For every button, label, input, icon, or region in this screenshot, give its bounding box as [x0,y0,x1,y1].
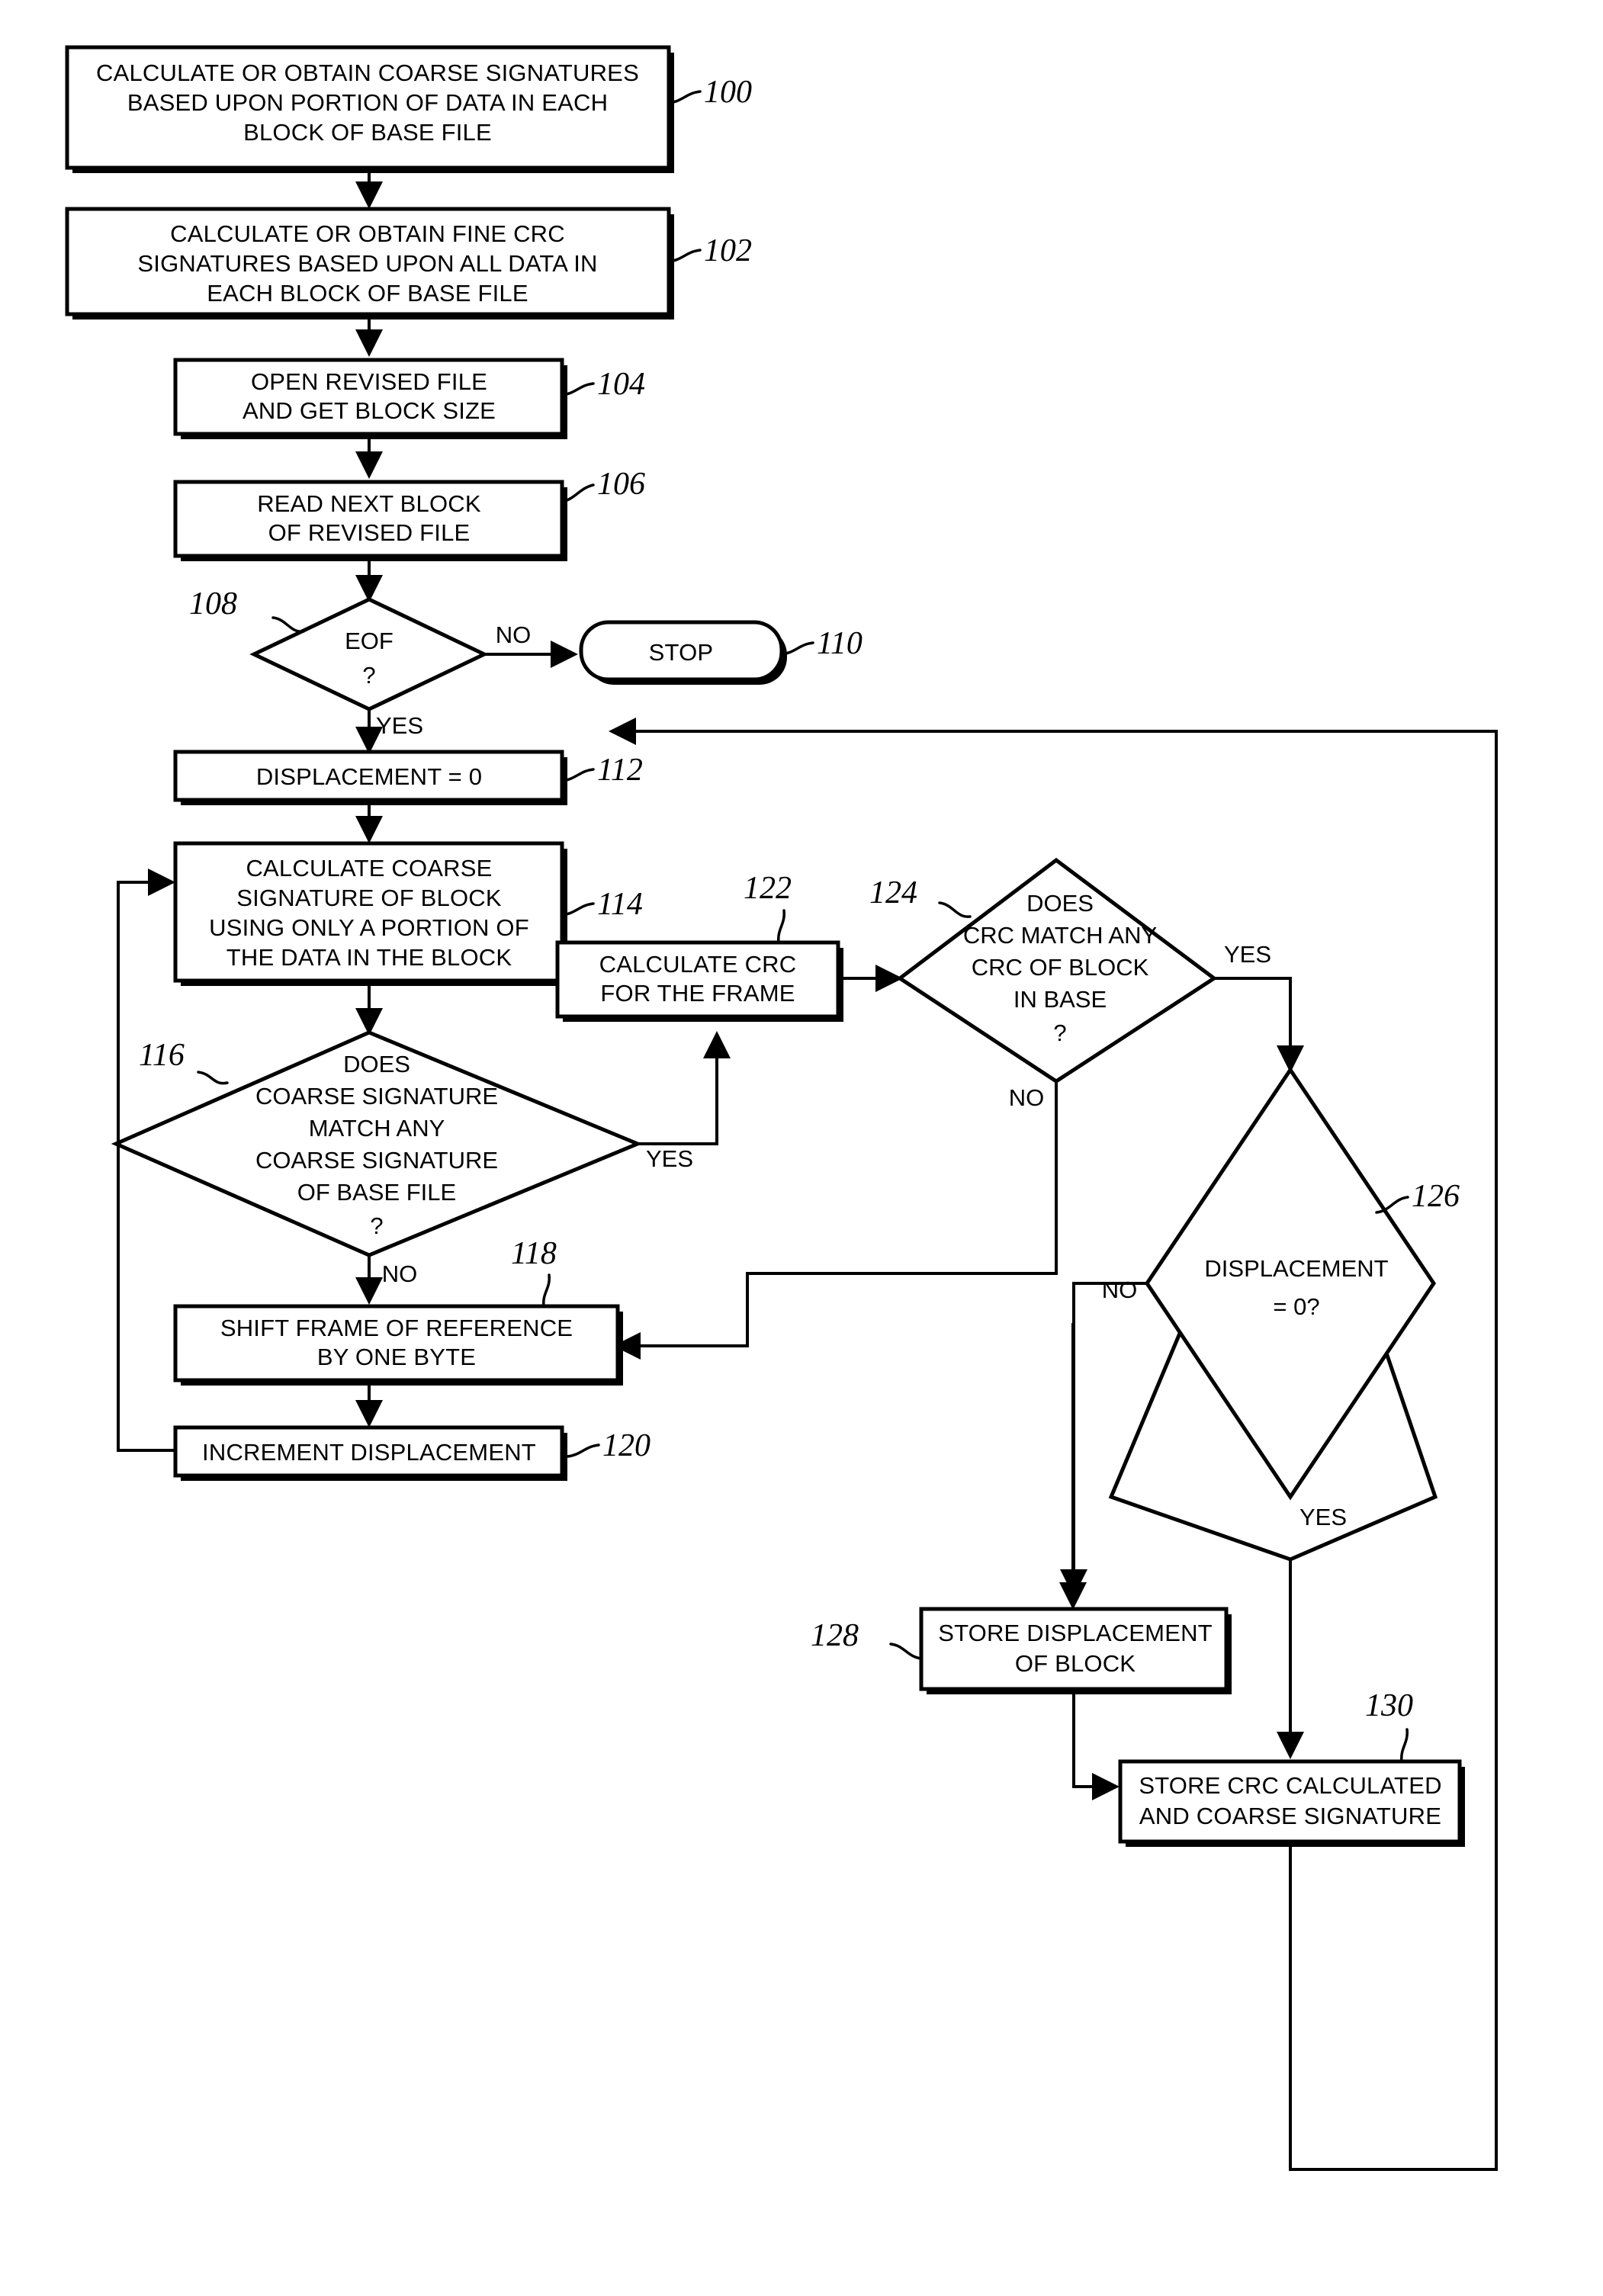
leader-118 [542,1273,551,1308]
node-128[interactable]: STORE DISPLACEMENT OF BLOCK [919,1607,1232,1694]
node-116-line-1: DOES [343,1051,410,1077]
node-102[interactable]: CALCULATE OR OBTAIN FINE CRC SIGNATURES … [65,207,674,320]
node-114-line-3: USING ONLY A PORTION OF [209,914,529,941]
leader-128 [889,1643,923,1660]
ref-label-130: 130 [1365,1688,1413,1723]
node-108-line-1: EOF [345,628,394,654]
ref-label-114: 114 [597,887,643,922]
leader-124 [938,901,972,918]
node-100-line-1: CALCULATE OR OBTAIN COARSE SIGNATURES [96,59,639,86]
node-102-line-1: CALCULATE OR OBTAIN FINE CRC [170,220,565,247]
edge-label-126-no: NO [1102,1276,1138,1303]
node-128-line-2: OF BLOCK [1015,1650,1136,1677]
node-126-line-1: DISPLACEMENT [1204,1255,1388,1282]
ref-label-106: 106 [597,467,645,502]
ref-label-102: 102 [704,233,752,268]
node-126-line-2: = 0? [1273,1293,1319,1320]
node-112[interactable]: DISPLACEMENT = 0 [173,750,567,805]
edge-label-116-no: NO [382,1260,418,1287]
edge-label-116-yes: YES [646,1145,693,1172]
node-100-line-3: BLOCK OF BASE FILE [243,119,492,146]
ref-label-108: 108 [189,586,237,621]
flowchart-canvas: CALCULATE OR OBTAIN COARSE SIGNATURES BA… [0,0,1603,2296]
edge-128-to-130 [1072,1694,1120,1800]
node-100[interactable]: CALCULATE OR OBTAIN COARSE SIGNATURES BA… [65,45,674,173]
node-114-line-4: THE DATA IN THE BLOCK [226,944,512,971]
node-114-line-2: SIGNATURE OF BLOCK [236,885,502,911]
node-116-line-5: OF BASE FILE [297,1179,456,1206]
node-108[interactable]: EOF ? [249,597,489,711]
node-114[interactable]: CALCULATE COARSE SIGNATURE OF BLOCK USIN… [173,841,567,986]
node-116-line-6: ? [370,1212,383,1239]
edge-124-yes-to-126 [1214,977,1304,1073]
ref-label-124: 124 [869,875,917,910]
node-124-line-4: IN BASE [1014,986,1107,1013]
node-110-label: STOP [649,639,714,666]
ref-label-120: 120 [602,1428,651,1463]
node-106-line-1: READ NEXT BLOCK [257,490,481,517]
leader-122 [777,909,785,944]
node-122[interactable]: CALCULATE CRC FOR THE FRAME [555,940,843,1022]
node-120-label: INCREMENT DISPLACEMENT [202,1439,536,1466]
node-122-line-1: CALCULATE CRC [599,951,797,978]
leader-116 [197,1071,229,1085]
node-112-label: DISPLACEMENT = 0 [256,763,482,790]
node-124-line-3: CRC OF BLOCK [972,954,1149,981]
node-116[interactable]: DOES COARSE SIGNATURE MATCH ANY COARSE S… [111,1030,643,1257]
leader-110 [780,641,814,656]
node-102-line-3: EACH BLOCK OF BASE FILE [207,280,528,307]
node-116-line-2: COARSE SIGNATURE [255,1083,498,1109]
edge-label-108-no: NO [496,621,532,648]
edge-116-yes-to-122 [638,1031,731,1145]
node-118-line-2: BY ONE BYTE [317,1344,476,1370]
ref-label-116: 116 [139,1038,185,1073]
node-124-line-5: ? [1053,1020,1066,1046]
ref-label-118: 118 [511,1236,557,1271]
flowchart-svg: CALCULATE OR OBTAIN COARSE SIGNATURES BA… [65,45,1498,2171]
leader-108 [271,616,305,633]
node-102-line-2: SIGNATURES BASED UPON ALL DATA IN [137,250,597,277]
ref-label-122: 122 [744,871,792,906]
node-130[interactable]: STORE CRC CALCULATED AND COARSE SIGNATUR… [1118,1759,1465,1847]
node-118[interactable]: SHIFT FRAME OF REFERENCE BY ONE BYTE [173,1304,623,1386]
ref-label-100: 100 [704,75,752,110]
ref-label-128: 128 [811,1618,859,1653]
node-114-line-1: CALCULATE COARSE [246,855,492,881]
node-110[interactable]: STOP [579,620,787,685]
node-104-line-1: OPEN REVISED FILE [251,368,487,395]
node-122-line-2: FOR THE FRAME [600,980,795,1007]
node-116-line-4: COARSE SIGNATURE [255,1147,498,1174]
node-128-line-1: STORE DISPLACEMENT [938,1620,1213,1646]
ref-label-110: 110 [817,626,863,661]
node-106[interactable]: READ NEXT BLOCK OF REVISED FILE [173,480,567,561]
node-120[interactable]: INCREMENT DISPLACEMENT [173,1425,567,1481]
edge-label-126-yes: YES [1299,1504,1347,1530]
node-106-line-2: OF REVISED FILE [268,519,471,546]
leader-120 [566,1443,600,1458]
ref-label-126: 126 [1412,1179,1460,1214]
node-124[interactable]: DOES CRC MATCH ANY CRC OF BLOCK IN BASE … [896,857,1218,1084]
edge-label-124-no: NO [1009,1084,1045,1111]
node-130-line-1: STORE CRC CALCULATED [1139,1772,1441,1799]
node-116-line-3: MATCH ANY [309,1115,445,1142]
edge-label-108-yes: YES [376,712,423,739]
node-124-line-2: CRC MATCH ANY [963,922,1157,949]
node-104-line-2: AND GET BLOCK SIZE [243,397,496,424]
node-124-line-1: DOES [1026,890,1094,917]
node-100-line-2: BASED UPON PORTION OF DATA IN EACH [127,89,608,116]
ref-label-112: 112 [597,753,643,788]
node-104[interactable]: OPEN REVISED FILE AND GET BLOCK SIZE [173,358,567,439]
edge-label-124-yes: YES [1224,941,1271,968]
node-118-line-1: SHIFT FRAME OF REFERENCE [220,1315,573,1341]
leader-130 [1400,1728,1409,1763]
ref-label-104: 104 [597,367,645,402]
node-108-line-2: ? [362,662,375,689]
node-130-line-2: AND COARSE SIGNATURE [1139,1803,1441,1829]
edge-124-no-to-118 [613,1081,1058,1360]
